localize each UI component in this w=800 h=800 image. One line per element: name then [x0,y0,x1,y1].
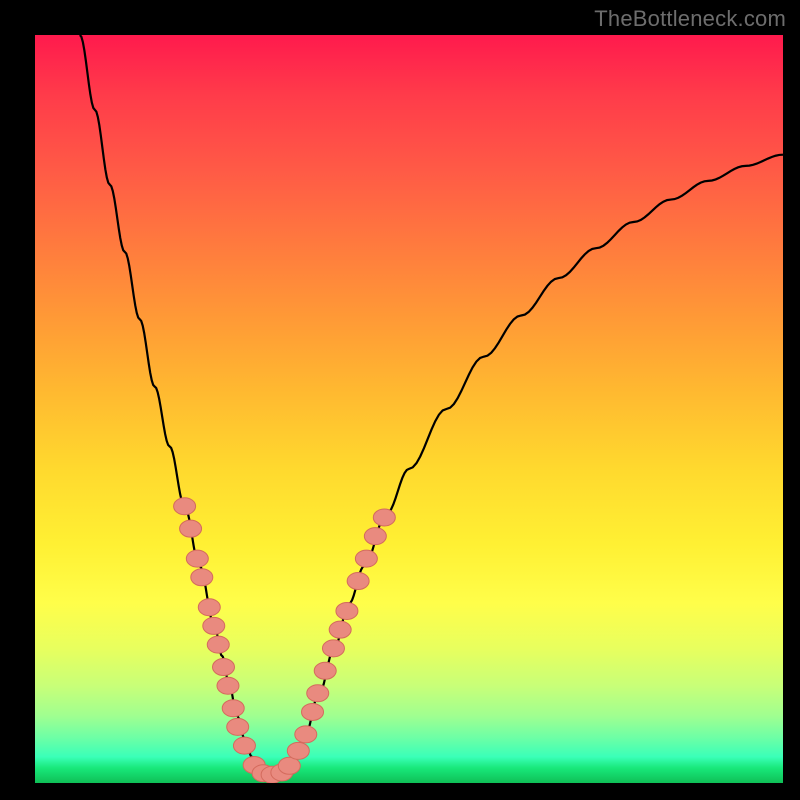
chart-frame: TheBottleneck.com [0,0,800,800]
data-marker [278,757,300,774]
data-marker [329,621,351,638]
plot-area [35,35,783,783]
data-marker [217,677,239,694]
marker-group [174,498,396,783]
chart-svg [35,35,783,783]
data-marker [207,636,229,653]
data-marker [355,550,377,567]
watermark-text: TheBottleneck.com [594,6,786,32]
data-marker [174,498,196,515]
data-marker [322,640,344,657]
data-marker [307,685,329,702]
data-marker [314,662,336,679]
data-marker [302,703,324,720]
data-marker [191,569,213,586]
data-marker [203,617,225,634]
data-marker [295,726,317,743]
data-marker [180,520,202,537]
bottleneck-curve [80,35,783,776]
data-marker [364,528,386,545]
data-marker [287,742,309,759]
data-marker [198,599,220,616]
data-marker [222,700,244,717]
data-marker [347,573,369,590]
data-marker [213,659,235,676]
data-marker [186,550,208,567]
data-marker [336,602,358,619]
data-marker [373,509,395,526]
data-marker [227,718,249,735]
data-marker [233,737,255,754]
